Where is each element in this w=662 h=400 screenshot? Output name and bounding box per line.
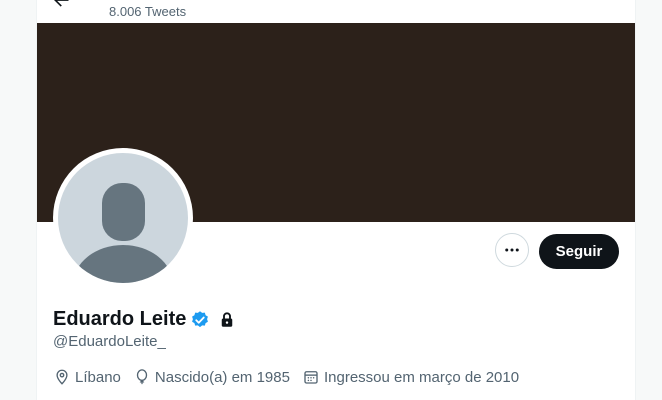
- profile-column: 8.006 Tweets Seguir Eduardo Leite @Eduar…: [36, 0, 636, 400]
- avatar[interactable]: [53, 148, 193, 288]
- birthdate-text: Nascido(a) em 1985: [154, 368, 290, 386]
- profile-metadata: Líbano Nascido(a) em 1985 Ingressou em m…: [53, 368, 531, 386]
- location-item: Líbano: [53, 368, 121, 386]
- join-date-item: Ingressou em março de 2010: [302, 368, 519, 386]
- location-icon: [56, 369, 68, 385]
- default-avatar-icon: [58, 153, 188, 283]
- balloon-icon: [136, 369, 148, 385]
- follow-button[interactable]: Seguir: [539, 234, 619, 269]
- calendar-icon: [304, 371, 318, 384]
- verified-icon: [192, 310, 209, 327]
- more-options-button[interactable]: [495, 233, 529, 267]
- profile-header-bar: 8.006 Tweets: [37, 0, 635, 23]
- tweet-count: 8.006 Tweets: [109, 4, 187, 19]
- back-arrow-icon[interactable]: [51, 0, 71, 10]
- birthdate-item: Nascido(a) em 1985: [133, 368, 290, 386]
- more-icon: [505, 248, 519, 252]
- display-name-row: Eduardo Leite: [53, 308, 236, 331]
- lock-icon: [222, 311, 233, 327]
- join-date-text: Ingressou em março de 2010: [323, 368, 520, 386]
- user-handle: @EduardoLeite_: [53, 333, 166, 350]
- display-name: Eduardo Leite: [53, 308, 187, 330]
- location-text: Líbano: [75, 368, 121, 386]
